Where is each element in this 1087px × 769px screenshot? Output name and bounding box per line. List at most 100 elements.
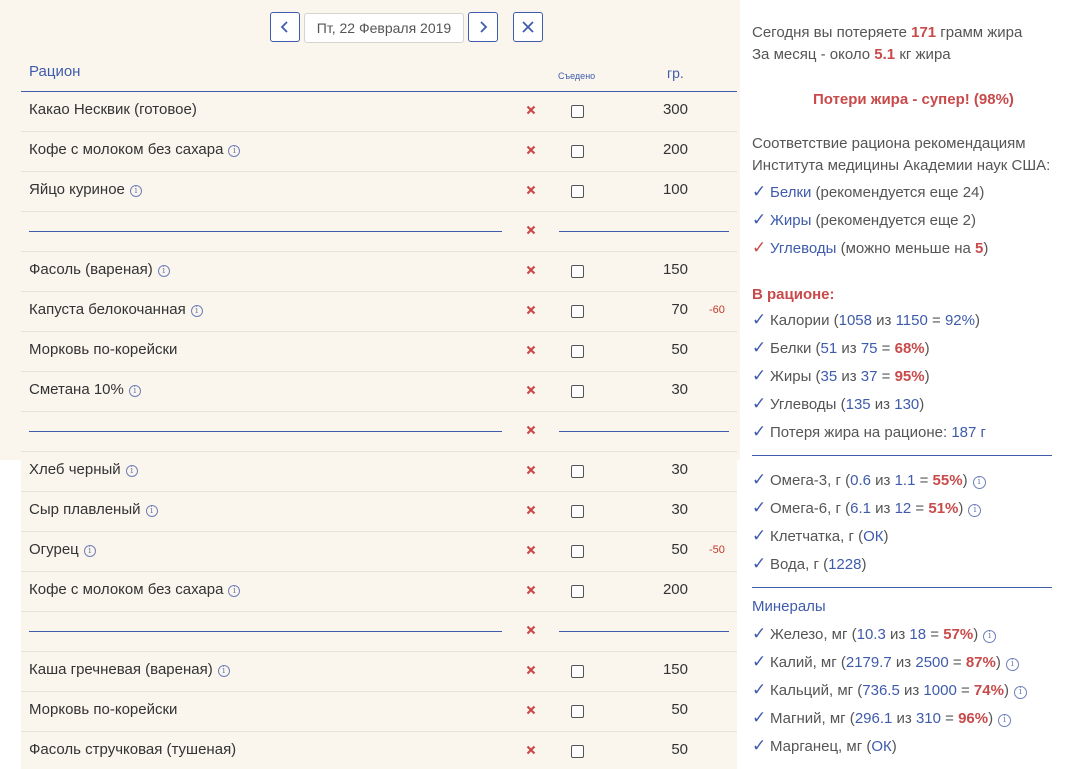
delete-item-button[interactable] <box>524 423 538 437</box>
food-name[interactable]: Каша гречневая (вареная) i <box>29 661 230 678</box>
ratio-text: = <box>911 500 929 517</box>
ratio-label: Омега-6, г ( <box>770 500 851 517</box>
food-name[interactable]: Морковь по-корейски <box>29 341 177 358</box>
delete-x-icon <box>526 345 536 355</box>
amount-value[interactable]: 50 <box>621 341 688 358</box>
food-name[interactable]: Сыр плавленый i <box>29 501 158 518</box>
delete-item-button[interactable] <box>524 743 538 757</box>
delete-item-button[interactable] <box>524 103 538 117</box>
eaten-checkbox[interactable] <box>571 745 584 758</box>
recommendation-line: ✓ Белки (рекомендуется еще 24) <box>752 181 984 204</box>
delete-item-button[interactable] <box>524 303 538 317</box>
info-icon[interactable]: i <box>129 185 142 197</box>
ratio-percent: 68% <box>894 340 925 357</box>
food-name[interactable]: Кофе с молоком без сахара i <box>29 141 241 158</box>
eaten-checkbox[interactable] <box>571 105 584 118</box>
delete-item-button[interactable] <box>524 543 538 557</box>
eaten-checkbox[interactable] <box>571 305 584 318</box>
eaten-checkbox[interactable] <box>571 265 584 278</box>
delete-item-button[interactable] <box>524 143 538 157</box>
delete-item-button[interactable] <box>524 463 538 477</box>
amount-value[interactable]: 100 <box>621 181 688 198</box>
delete-item-button[interactable] <box>524 183 538 197</box>
amount-value[interactable]: 50 <box>621 541 688 558</box>
delete-item-button[interactable] <box>524 383 538 397</box>
amount-value[interactable]: 30 <box>621 501 688 518</box>
delete-item-button[interactable] <box>524 623 538 637</box>
food-name[interactable]: Хлеб черный i <box>29 461 138 478</box>
amount-value[interactable]: 30 <box>621 461 688 478</box>
amount-value[interactable]: 70 <box>621 301 688 318</box>
delete-x-icon <box>526 465 536 475</box>
amount-value[interactable]: 50 <box>621 741 688 758</box>
amount-value[interactable]: 200 <box>621 141 688 158</box>
food-name[interactable]: Какао Несквик (готовое) <box>29 101 197 118</box>
nutrient-link[interactable]: Углеводы <box>770 240 836 257</box>
food-name[interactable]: Фасоль (вареная) i <box>29 261 170 278</box>
info-icon[interactable]: i <box>217 665 230 677</box>
eaten-checkbox[interactable] <box>571 705 584 718</box>
summary-month: За месяц - около 5.1 кг жира <box>752 46 951 63</box>
delete-item-button[interactable] <box>524 583 538 597</box>
eaten-checkbox[interactable] <box>571 345 584 358</box>
food-name[interactable]: Огурец i <box>29 541 96 558</box>
info-icon[interactable]: i <box>983 630 997 643</box>
ratio-target: 1.1 <box>894 472 916 489</box>
eaten-checkbox[interactable] <box>571 465 584 478</box>
ratio-percent: 57% <box>943 626 974 643</box>
amount-value[interactable]: 30 <box>621 381 688 398</box>
delete-x-icon <box>526 665 536 675</box>
info-icon[interactable]: i <box>228 145 241 157</box>
delete-item-button[interactable] <box>524 343 538 357</box>
eaten-checkbox[interactable] <box>571 385 584 398</box>
amount-value[interactable]: 300 <box>621 101 688 118</box>
info-icon[interactable]: i <box>998 714 1012 727</box>
amount-value[interactable]: 150 <box>621 661 688 678</box>
food-name[interactable]: Морковь по-корейски <box>29 701 177 718</box>
food-name[interactable]: Сметана 10% i <box>29 381 141 398</box>
info-icon[interactable]: i <box>972 476 986 489</box>
delete-item-button[interactable] <box>524 263 538 277</box>
food-name-text: Кофе с молоком без сахара <box>29 141 224 158</box>
delete-item-button[interactable] <box>524 663 538 677</box>
info-icon[interactable]: i <box>1013 686 1027 699</box>
info-icon[interactable]: i <box>228 585 241 597</box>
amount-value[interactable]: 200 <box>621 581 688 598</box>
ratio-text: = <box>877 368 895 385</box>
diet-title: Рацион <box>29 63 81 80</box>
ratio-target: 2500 <box>915 654 949 671</box>
food-name[interactable]: Капуста белокочанная i <box>29 301 203 318</box>
delete-x-icon <box>526 545 536 555</box>
eaten-checkbox[interactable] <box>571 145 584 158</box>
info-icon[interactable]: i <box>968 504 982 517</box>
eaten-checkbox[interactable] <box>571 185 584 198</box>
amount-value[interactable]: 150 <box>621 261 688 278</box>
eaten-checkbox[interactable] <box>571 585 584 598</box>
delete-item-button[interactable] <box>524 223 538 237</box>
food-name[interactable]: Фасоль стручковая (тушеная) <box>29 741 236 758</box>
nutrient-link[interactable]: Белки <box>770 184 811 201</box>
amount-value[interactable]: 50 <box>621 701 688 718</box>
date-display[interactable]: Пт, 22 Февраля 2019 <box>304 13 464 43</box>
info-icon[interactable]: i <box>128 385 141 397</box>
prev-day-button[interactable] <box>270 12 300 42</box>
table-row: Сметана 10% i 30 <box>21 372 737 412</box>
food-name[interactable]: Яйцо куриное i <box>29 181 142 198</box>
close-button[interactable] <box>513 12 543 42</box>
info-icon[interactable]: i <box>145 505 158 517</box>
info-icon[interactable]: i <box>83 545 96 557</box>
food-name[interactable]: Кофе с молоком без сахара i <box>29 581 241 598</box>
info-icon[interactable]: i <box>1005 658 1019 671</box>
delete-item-button[interactable] <box>524 703 538 717</box>
next-day-button[interactable] <box>468 12 498 42</box>
delete-item-button[interactable] <box>524 503 538 517</box>
water-line: ✓ Вода, г (1228) <box>752 554 867 573</box>
info-icon[interactable]: i <box>125 465 138 477</box>
ratio-text: = <box>877 340 895 357</box>
eaten-checkbox[interactable] <box>571 545 584 558</box>
eaten-checkbox[interactable] <box>571 505 584 518</box>
info-icon[interactable]: i <box>190 305 203 317</box>
eaten-checkbox[interactable] <box>571 665 584 678</box>
info-icon[interactable]: i <box>157 265 170 277</box>
nutrient-link[interactable]: Жиры <box>770 212 811 229</box>
